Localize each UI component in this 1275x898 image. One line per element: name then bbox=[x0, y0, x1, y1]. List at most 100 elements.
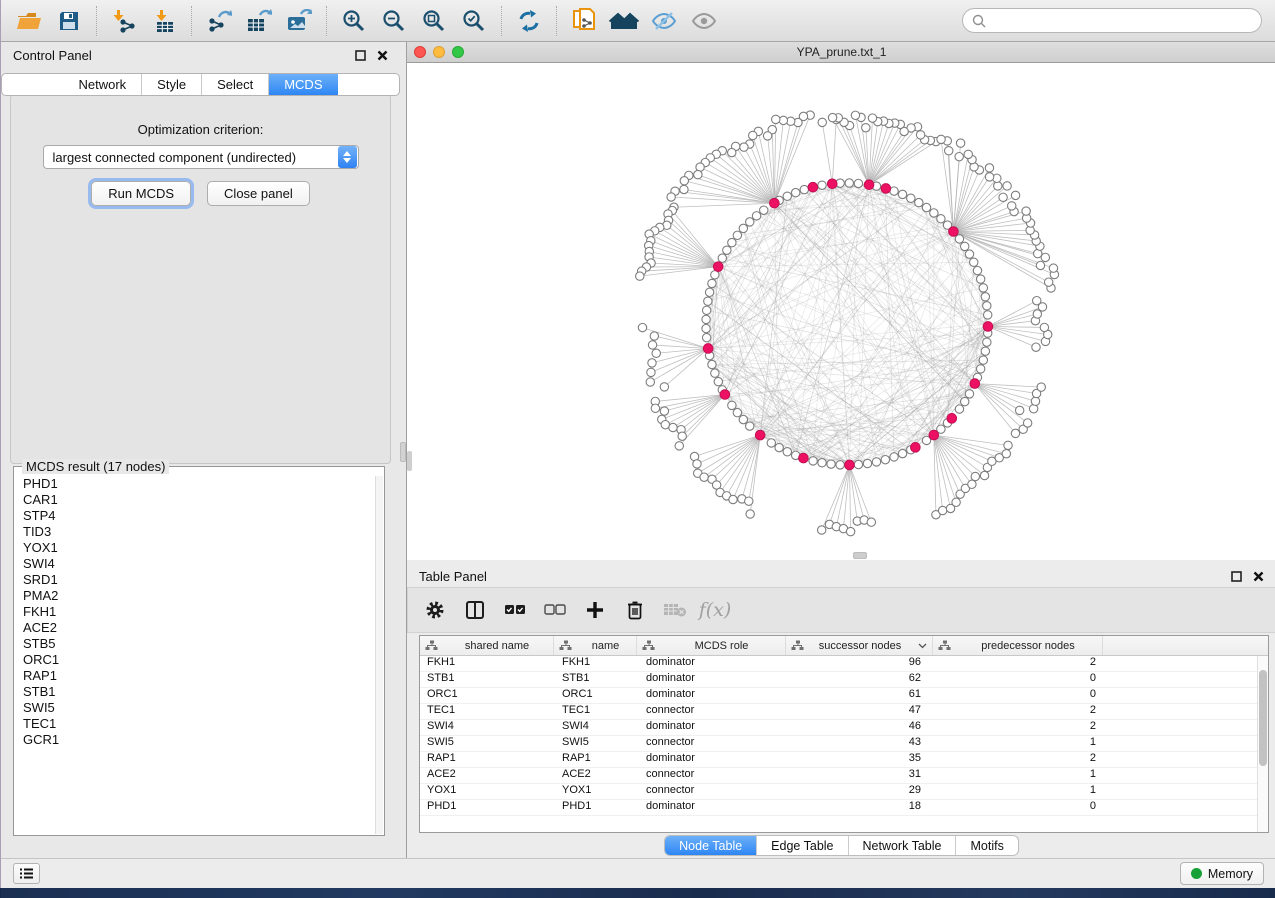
run-mcds-button[interactable]: Run MCDS bbox=[91, 181, 191, 206]
mcds-result-item[interactable]: YOX1 bbox=[23, 540, 375, 556]
canvas-scroll-indicator[interactable] bbox=[407, 451, 412, 471]
graph-node[interactable] bbox=[872, 458, 880, 466]
duplicate-network-button[interactable] bbox=[564, 4, 604, 38]
cell-predecessor-nodes[interactable]: 0 bbox=[933, 800, 1103, 815]
graph-node[interactable] bbox=[739, 415, 747, 423]
cell-successor-nodes[interactable]: 43 bbox=[786, 736, 933, 751]
graph-node[interactable] bbox=[1041, 253, 1049, 261]
cell-name[interactable]: PHD1 bbox=[554, 800, 637, 815]
mcds-result-item[interactable]: SWI4 bbox=[23, 556, 375, 572]
cell-predecessor-nodes[interactable]: 2 bbox=[933, 656, 1103, 671]
graph-node[interactable] bbox=[828, 113, 836, 121]
graph-node[interactable] bbox=[818, 181, 826, 189]
graph-node[interactable] bbox=[881, 455, 889, 463]
graph-node[interactable] bbox=[976, 275, 984, 283]
graph-node[interactable] bbox=[702, 306, 710, 314]
cell-predecessor-nodes[interactable]: 0 bbox=[933, 688, 1103, 703]
tab-node-table[interactable]: Node Table bbox=[665, 836, 756, 855]
float-panel-icon[interactable] bbox=[352, 47, 368, 63]
graph-node[interactable] bbox=[700, 473, 708, 481]
graph-node[interactable] bbox=[1011, 191, 1019, 199]
graph-node[interactable] bbox=[652, 349, 660, 357]
column-header-MCDS-role[interactable]: MCDS role bbox=[637, 636, 786, 655]
graph-node[interactable] bbox=[646, 378, 654, 386]
column-header-shared-name[interactable]: shared name bbox=[420, 636, 554, 655]
graph-node[interactable] bbox=[647, 368, 655, 376]
graph-node[interactable] bbox=[693, 460, 701, 468]
graph-node[interactable] bbox=[728, 238, 736, 246]
splitter-handle[interactable] bbox=[400, 442, 406, 462]
graph-hub-node[interactable] bbox=[881, 184, 891, 194]
graph-node[interactable] bbox=[867, 518, 875, 526]
table-row[interactable]: RAP1RAP1dominator352 bbox=[420, 752, 1268, 768]
delete-columns-button[interactable] bbox=[620, 595, 650, 625]
graph-node[interactable] bbox=[1036, 261, 1044, 269]
graph-node[interactable] bbox=[973, 266, 981, 274]
cell-MCDS-role[interactable]: dominator bbox=[637, 800, 786, 815]
cell-predecessor-nodes[interactable]: 1 bbox=[933, 784, 1103, 799]
cell-MCDS-role[interactable]: dominator bbox=[637, 720, 786, 735]
cell-MCDS-role[interactable]: connector bbox=[637, 784, 786, 799]
cell-name[interactable]: RAP1 bbox=[554, 752, 637, 767]
graph-node[interactable] bbox=[851, 111, 859, 119]
close-panel-button[interactable]: Close panel bbox=[207, 181, 310, 206]
graph-node[interactable] bbox=[994, 182, 1002, 190]
graph-node[interactable] bbox=[1022, 207, 1030, 215]
tab-network[interactable]: Network bbox=[63, 74, 141, 95]
mcds-result-item[interactable]: SRD1 bbox=[23, 572, 375, 588]
cell-MCDS-role[interactable]: dominator bbox=[637, 688, 786, 703]
table-scrollbar[interactable] bbox=[1257, 656, 1268, 832]
graph-node[interactable] bbox=[1003, 182, 1011, 190]
graph-node[interactable] bbox=[746, 510, 754, 518]
cell-MCDS-role[interactable]: connector bbox=[637, 704, 786, 719]
mcds-result-item[interactable]: STP4 bbox=[23, 508, 375, 524]
graph-node[interactable] bbox=[694, 170, 702, 178]
graph-node[interactable] bbox=[702, 324, 710, 332]
tab-select[interactable]: Select bbox=[201, 74, 268, 95]
graph-node[interactable] bbox=[999, 193, 1007, 201]
graph-node[interactable] bbox=[915, 198, 923, 206]
graph-node[interactable] bbox=[979, 356, 987, 364]
cell-MCDS-role[interactable]: dominator bbox=[637, 752, 786, 767]
float-panel-icon[interactable] bbox=[1228, 568, 1244, 584]
graph-node[interactable] bbox=[971, 472, 979, 480]
graph-node[interactable] bbox=[907, 194, 915, 202]
graph-node[interactable] bbox=[809, 457, 817, 465]
graph-node[interactable] bbox=[728, 148, 736, 156]
zoom-in-button[interactable] bbox=[334, 4, 374, 38]
cell-shared-name[interactable]: ORC1 bbox=[420, 688, 554, 703]
graph-node[interactable] bbox=[733, 231, 741, 239]
graph-node[interactable] bbox=[955, 405, 963, 413]
graph-node[interactable] bbox=[723, 246, 731, 254]
graph-node[interactable] bbox=[985, 173, 993, 181]
graph-hub-node[interactable] bbox=[827, 179, 837, 189]
table-row[interactable]: FKH1FKH1dominator962 bbox=[420, 656, 1268, 672]
network-graph[interactable] bbox=[407, 63, 1274, 560]
graph-hub-node[interactable] bbox=[770, 198, 780, 208]
table-row[interactable]: SWI5SWI5connector431 bbox=[420, 736, 1268, 752]
graph-hub-node[interactable] bbox=[713, 262, 723, 272]
graph-node[interactable] bbox=[1011, 429, 1019, 437]
graph-hub-node[interactable] bbox=[947, 414, 957, 424]
graph-node[interactable] bbox=[854, 460, 862, 468]
graph-node[interactable] bbox=[740, 143, 748, 151]
graph-node[interactable] bbox=[965, 390, 973, 398]
graph-node[interactable] bbox=[1037, 383, 1045, 391]
close-panel-icon[interactable] bbox=[374, 47, 390, 63]
cell-MCDS-role[interactable]: dominator bbox=[637, 656, 786, 671]
cell-successor-nodes[interactable]: 61 bbox=[786, 688, 933, 703]
status-list-button[interactable] bbox=[13, 863, 40, 884]
graph-node[interactable] bbox=[952, 498, 960, 506]
table-row[interactable]: SWI4SWI4dominator462 bbox=[420, 720, 1268, 736]
import-table-button[interactable] bbox=[144, 4, 184, 38]
cell-name[interactable]: FKH1 bbox=[554, 656, 637, 671]
graph-node[interactable] bbox=[922, 203, 930, 211]
mcds-result-item[interactable]: ACE2 bbox=[23, 620, 375, 636]
graph-node[interactable] bbox=[1008, 202, 1016, 210]
first-neighbors-button[interactable] bbox=[604, 4, 644, 38]
tab-motifs[interactable]: Motifs bbox=[955, 836, 1017, 855]
cell-shared-name[interactable]: TEC1 bbox=[420, 704, 554, 719]
cell-name[interactable]: STB1 bbox=[554, 672, 637, 687]
graph-node[interactable] bbox=[1032, 343, 1040, 351]
hide-selected-button[interactable] bbox=[644, 4, 684, 38]
